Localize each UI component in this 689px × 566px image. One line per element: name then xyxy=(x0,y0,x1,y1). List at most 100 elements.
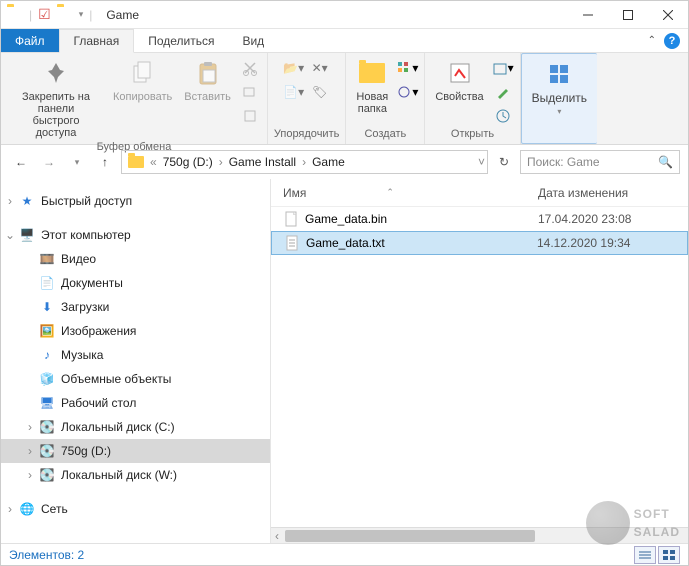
recent-dropdown[interactable]: ▾ xyxy=(65,150,89,174)
open-icon[interactable]: ▾ xyxy=(492,57,514,79)
nav-tree[interactable]: › ★ Быстрый доступ ⌄ 🖥️ Этот компьютер 🎞… xyxy=(1,179,271,543)
tree-item-pictures[interactable]: 🖼️Изображения xyxy=(1,319,270,343)
properties-button[interactable]: Свойства xyxy=(431,55,487,105)
column-headers[interactable]: Имя ⌃ Дата изменения xyxy=(271,179,688,207)
tree-item-drive-c[interactable]: ›💽Локальный диск (C:) xyxy=(1,415,270,439)
folder-icon xyxy=(57,7,73,23)
tree-item-desktop[interactable]: 🖥Рабочий стол xyxy=(1,391,270,415)
status-bar: Элементов: 2 xyxy=(1,543,688,565)
tree-item-videos[interactable]: 🎞️Видео xyxy=(1,247,270,271)
breadcrumb[interactable]: Game xyxy=(308,151,349,173)
folder-icon xyxy=(7,7,23,23)
group-organize: 📂▾ 📄▾ ✕▾ 🏷 Упорядочить xyxy=(268,53,346,144)
videos-icon: 🎞️ xyxy=(39,251,55,267)
file-list[interactable]: Имя ⌃ Дата изменения Game_data.bin 17.04.… xyxy=(271,179,688,543)
pictures-icon: 🖼️ xyxy=(39,323,55,339)
ribbon-tabs: Файл Главная Поделиться Вид ⌃ ? xyxy=(1,29,688,53)
thumbnails-view-button[interactable] xyxy=(658,546,680,564)
horizontal-scrollbar[interactable]: ‹ xyxy=(271,527,688,543)
divider: | xyxy=(89,8,92,22)
up-button[interactable]: ↑ xyxy=(93,150,117,174)
group-clipboard: Закрепить на панели быстрого доступа Коп… xyxy=(1,53,268,144)
tree-item-3d[interactable]: 🧊Объемные объекты xyxy=(1,367,270,391)
tab-view[interactable]: Вид xyxy=(228,29,278,52)
help-icon[interactable]: ? xyxy=(664,33,680,49)
paste-button[interactable]: Вставить xyxy=(180,55,235,105)
group-new: Новая папка ▾ ▾ Создать xyxy=(346,53,425,144)
copy-button[interactable]: Копировать xyxy=(109,55,176,105)
pin-button[interactable]: Закрепить на панели быстрого доступа xyxy=(7,55,105,141)
maximize-button[interactable] xyxy=(608,1,648,29)
chevron-down-icon[interactable]: ⌄ xyxy=(5,228,15,242)
pc-icon: 🖥️ xyxy=(19,227,35,243)
drive-icon: 💽 xyxy=(39,443,55,459)
tree-network[interactable]: › 🌐 Сеть xyxy=(1,497,270,521)
pin-icon xyxy=(40,57,72,89)
chevron-right-icon[interactable]: › xyxy=(5,194,15,208)
refresh-button[interactable]: ↻ xyxy=(492,150,516,174)
close-button[interactable] xyxy=(648,1,688,29)
chevron-right-icon[interactable]: › xyxy=(25,444,35,458)
details-view-button[interactable] xyxy=(634,546,656,564)
tab-home[interactable]: Главная xyxy=(59,29,135,53)
chevron-right-icon[interactable]: « xyxy=(150,155,157,169)
tree-this-pc[interactable]: ⌄ 🖥️ Этот компьютер xyxy=(1,223,270,247)
qat-dropdown-icon[interactable]: ▾ xyxy=(79,9,84,20)
rename-icon[interactable]: 🏷 xyxy=(309,81,331,103)
sort-indicator-icon: ⌃ xyxy=(386,187,394,198)
drive-icon: 💽 xyxy=(39,467,55,483)
move-to-icon[interactable]: 📂▾ xyxy=(283,57,305,79)
history-icon[interactable] xyxy=(492,105,514,127)
tree-item-music[interactable]: ♪Музыка xyxy=(1,343,270,367)
paste-shortcut-icon[interactable] xyxy=(239,105,261,127)
select-icon xyxy=(543,58,575,90)
col-date[interactable]: Дата изменения xyxy=(538,186,688,200)
file-row[interactable]: Game_data.bin 17.04.2020 23:08 xyxy=(271,207,688,231)
breadcrumb[interactable]: 750g (D:) xyxy=(159,151,217,173)
quick-access-toolbar: | ☑ ▾ | xyxy=(1,6,98,23)
tree-item-documents[interactable]: 📄Документы xyxy=(1,271,270,295)
drive-icon: 💽 xyxy=(39,419,55,435)
group-open: Свойства ▾ Открыть xyxy=(425,53,520,144)
group-select: Выделить▾ xyxy=(521,53,597,144)
title-bar: | ☑ ▾ | Game xyxy=(1,1,688,29)
new-folder-button[interactable]: Новая папка xyxy=(352,55,392,117)
tree-quick-access[interactable]: › ★ Быстрый доступ xyxy=(1,189,270,213)
divider: | xyxy=(29,8,32,22)
address-bar[interactable]: « 750g (D:) › Game Install › Game ˅ xyxy=(121,150,488,174)
delete-icon[interactable]: ✕▾ xyxy=(309,57,331,79)
tab-share[interactable]: Поделиться xyxy=(134,29,228,52)
downloads-icon: ⬇ xyxy=(39,299,55,315)
desktop-icon: 🖥 xyxy=(39,395,55,411)
cut-icon[interactable] xyxy=(239,57,261,79)
chevron-right-icon[interactable]: › xyxy=(25,420,35,434)
easy-access-icon[interactable]: ▾ xyxy=(396,81,418,103)
tree-item-drive-w[interactable]: ›💽Локальный диск (W:) xyxy=(1,463,270,487)
address-row: ← → ▾ ↑ « 750g (D:) › Game Install › Gam… xyxy=(1,145,688,179)
search-input[interactable]: Поиск: Game 🔍 xyxy=(520,150,680,174)
col-name[interactable]: Имя xyxy=(283,186,306,200)
paste-icon xyxy=(192,57,224,89)
star-icon: ★ xyxy=(19,193,35,209)
edit-icon[interactable] xyxy=(492,81,514,103)
file-row[interactable]: Game_data.txt 14.12.2020 19:34 xyxy=(271,231,688,255)
chevron-right-icon[interactable]: › xyxy=(219,155,223,169)
minimize-button[interactable] xyxy=(568,1,608,29)
chevron-right-icon[interactable]: › xyxy=(302,155,306,169)
chevron-right-icon[interactable]: › xyxy=(25,468,35,482)
breadcrumb[interactable]: Game Install xyxy=(225,151,300,173)
tab-file[interactable]: Файл xyxy=(1,29,59,52)
tree-item-downloads[interactable]: ⬇Загрузки xyxy=(1,295,270,319)
copy-to-icon[interactable]: 📄▾ xyxy=(283,81,305,103)
back-button[interactable]: ← xyxy=(9,150,33,174)
search-icon: 🔍 xyxy=(658,155,673,169)
tree-item-drive-d[interactable]: ›💽750g (D:) xyxy=(1,439,270,463)
collapse-ribbon-icon[interactable]: ⌃ xyxy=(648,35,656,46)
select-button[interactable]: Выделить▾ xyxy=(528,56,591,120)
copy-path-icon[interactable] xyxy=(239,81,261,103)
address-dropdown-icon[interactable]: ˅ xyxy=(478,155,485,169)
forward-button[interactable]: → xyxy=(37,150,61,174)
new-item-icon[interactable]: ▾ xyxy=(396,57,418,79)
chevron-right-icon[interactable]: › xyxy=(5,502,15,516)
checkbox-icon[interactable]: ☑ xyxy=(38,6,51,23)
